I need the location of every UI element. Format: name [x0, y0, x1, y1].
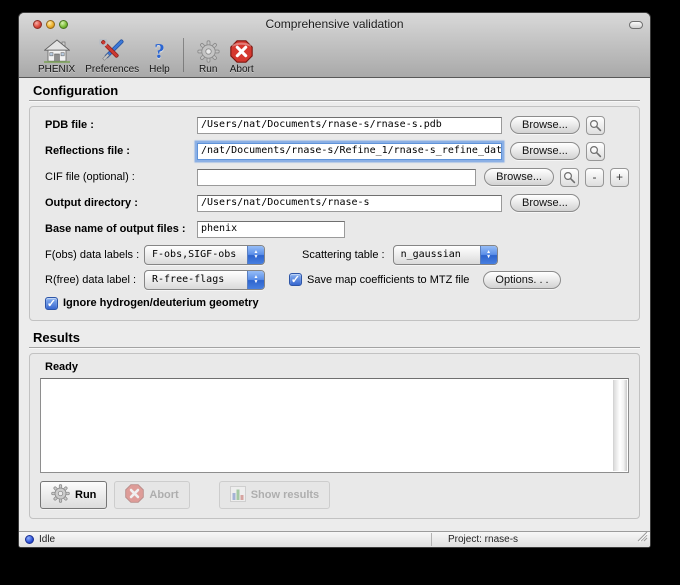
base-name-row: Base name of output files : phenix — [45, 216, 629, 242]
data-labels-row: F(obs) data labels : F-obs,SIGF-obs ▲▼ S… — [45, 242, 629, 267]
toolbar: PHENIX Preferences — [19, 35, 650, 77]
fobs-dropdown[interactable]: F-obs,SIGF-obs ▲▼ — [144, 245, 265, 265]
app-window: Comprehensive validation PHENIX — [18, 12, 651, 548]
fobs-dropdown-value: F-obs,SIGF-obs — [145, 249, 247, 260]
window-title: Comprehensive validation — [265, 17, 403, 31]
config-groupbox: PDB file : /Users/nat/Documents/rnase-s/… — [29, 106, 640, 321]
fobs-label: F(obs) data labels : — [45, 249, 144, 261]
run-button-label: Run — [75, 489, 96, 501]
toolbar-button-abort[interactable]: Abort — [225, 36, 259, 75]
cif-file-row: CIF file (optional) : Browse... - + — [45, 164, 629, 190]
window-zoom-button[interactable] — [59, 20, 68, 29]
cif-remove-button[interactable]: - — [585, 168, 604, 187]
chevron-up-down-icon: ▲▼ — [480, 246, 497, 264]
tools-icon — [99, 37, 125, 63]
main-content: Configuration PDB file : /Users/nat/Docu… — [19, 78, 650, 531]
ignore-hydrogen-checkbox[interactable]: ✓ — [45, 297, 58, 310]
toolbar-label-run: Run — [199, 64, 217, 75]
toolbar-label-abort: Abort — [230, 64, 254, 75]
status-indicator-icon — [25, 535, 34, 544]
results-status-text: Ready — [45, 361, 629, 373]
show-results-button[interactable]: Show results — [219, 481, 330, 509]
pdb-file-label: PDB file : — [45, 119, 197, 131]
resize-grip[interactable] — [636, 530, 648, 545]
cif-add-button[interactable]: + — [610, 168, 629, 187]
results-section-title: Results — [33, 330, 636, 345]
cif-file-input[interactable] — [197, 169, 476, 186]
results-groupbox: Ready — [29, 353, 640, 519]
abort-icon — [125, 484, 144, 506]
save-map-checkbox[interactable]: ✓ — [289, 273, 302, 286]
cif-search-button[interactable] — [560, 168, 579, 187]
chevron-up-down-icon: ▲▼ — [247, 271, 264, 289]
toolbar-label-preferences: Preferences — [85, 64, 139, 75]
chevron-up-down-icon: ▲▼ — [247, 246, 264, 264]
gear-icon — [51, 484, 70, 506]
status-text: Idle — [39, 534, 55, 545]
toolbar-button-phenix[interactable]: PHENIX — [33, 36, 80, 75]
pdb-browse-button[interactable]: Browse... — [510, 116, 580, 134]
rfree-row: R(free) data label : R-free-flags ▲▼ ✓ S… — [45, 267, 629, 292]
vertical-scrollbar[interactable] — [613, 380, 627, 471]
search-icon — [589, 119, 602, 132]
window-minimize-button[interactable] — [46, 20, 55, 29]
gear-icon — [197, 37, 220, 63]
window-close-button[interactable] — [33, 20, 42, 29]
abort-button[interactable]: Abort — [114, 481, 189, 509]
scattering-table-label: Scattering table : — [302, 249, 385, 261]
reflections-file-input[interactable]: /nat/Documents/rnase-s/Refine_1/rnase-s_… — [197, 143, 502, 160]
ignore-hydrogen-label: Ignore hydrogen/deuterium geometry — [63, 297, 259, 309]
toolbar-label-help: Help — [149, 64, 170, 75]
project-label: Project: rnase-s — [448, 534, 518, 545]
toolbar-button-run[interactable]: Run — [192, 36, 225, 75]
base-name-label: Base name of output files : — [45, 223, 197, 235]
reflections-search-button[interactable] — [586, 142, 605, 161]
rfree-label: R(free) data label : — [45, 274, 144, 286]
window-controls — [33, 20, 68, 29]
pdb-search-button[interactable] — [586, 116, 605, 135]
section-divider — [29, 347, 640, 349]
cif-browse-button[interactable]: Browse... — [484, 168, 554, 186]
title-bar[interactable]: Comprehensive validation — [19, 13, 650, 35]
reflections-browse-button[interactable]: Browse... — [510, 142, 580, 160]
toolbar-button-help[interactable]: ? Help — [144, 36, 175, 75]
scattering-table-dropdown-value: n_gaussian — [394, 249, 480, 260]
results-log-area[interactable] — [40, 378, 629, 473]
pdb-file-input[interactable]: /Users/nat/Documents/rnase-s/rnase-s.pdb — [197, 117, 502, 134]
search-icon — [589, 145, 602, 158]
action-buttons-row: Run Abort — [40, 481, 629, 509]
statusbar-divider — [431, 533, 432, 546]
scattering-table-dropdown[interactable]: n_gaussian ▲▼ — [393, 245, 498, 265]
output-directory-browse-button[interactable]: Browse... — [510, 194, 580, 212]
save-map-label: Save map coefficients to MTZ file — [307, 274, 469, 286]
rfree-dropdown[interactable]: R-free-flags ▲▼ — [144, 270, 265, 290]
section-divider — [29, 100, 640, 102]
help-icon: ? — [154, 37, 165, 63]
pdb-file-row: PDB file : /Users/nat/Documents/rnase-s/… — [45, 112, 629, 138]
cif-file-label: CIF file (optional) : — [45, 171, 197, 183]
rfree-dropdown-value: R-free-flags — [145, 274, 247, 285]
output-directory-input[interactable]: /Users/nat/Documents/rnase-s — [197, 195, 502, 212]
home-icon — [44, 37, 70, 63]
run-button[interactable]: Run — [40, 481, 107, 509]
window-chrome: Comprehensive validation PHENIX — [19, 13, 650, 78]
show-results-button-label: Show results — [251, 489, 319, 501]
output-directory-row: Output directory : /Users/nat/Documents/… — [45, 190, 629, 216]
reflections-file-row: Reflections file : /nat/Documents/rnase-… — [45, 138, 629, 164]
bar-chart-icon — [230, 486, 246, 505]
ignore-hydrogen-row: ✓ Ignore hydrogen/deuterium geometry — [45, 293, 629, 313]
search-icon — [563, 171, 576, 184]
reflections-file-label: Reflections file : — [45, 145, 197, 157]
base-name-input[interactable]: phenix — [197, 221, 345, 238]
abort-button-label: Abort — [149, 489, 178, 501]
status-bar: Idle Project: rnase-s — [19, 531, 650, 547]
configuration-section-title: Configuration — [33, 83, 636, 98]
toolbar-toggle-button[interactable] — [629, 21, 643, 29]
toolbar-label-phenix: PHENIX — [38, 64, 75, 75]
abort-icon — [230, 37, 253, 63]
toolbar-button-preferences[interactable]: Preferences — [80, 36, 144, 75]
options-button[interactable]: Options. . . — [483, 271, 560, 289]
toolbar-separator — [183, 38, 184, 72]
output-directory-label: Output directory : — [45, 197, 197, 209]
